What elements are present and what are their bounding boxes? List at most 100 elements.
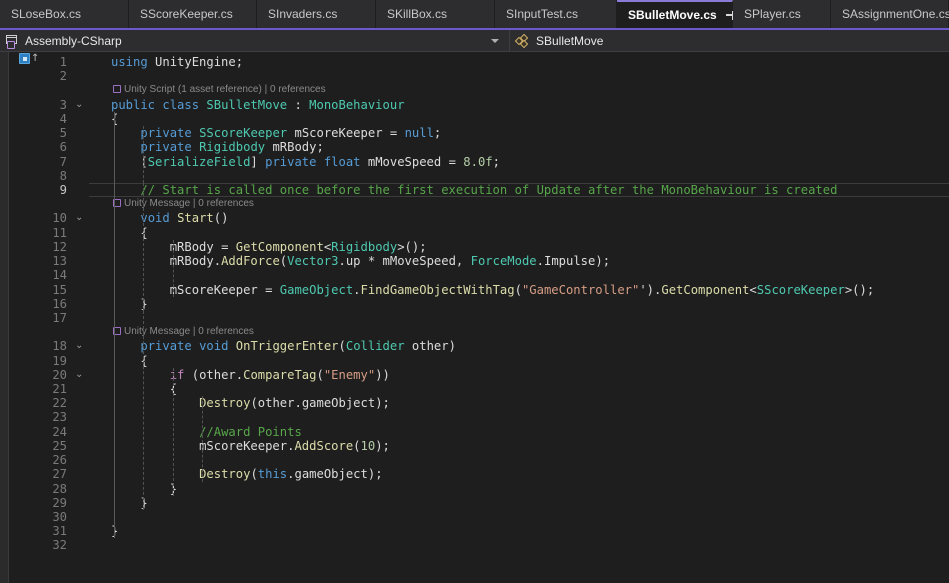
code-token: ( xyxy=(250,396,258,411)
code-token: >(); xyxy=(397,239,427,254)
code-line[interactable] xyxy=(89,311,949,325)
codelens-annotation[interactable]: Unity Message | 0 references xyxy=(89,197,949,211)
fold-toggle-icon[interactable]: ⌄ xyxy=(75,368,83,382)
project-name-label: Assembly-CSharp xyxy=(25,33,122,48)
glyph-margin[interactable]: ↑ xyxy=(9,52,39,583)
code-line[interactable]: // Start is called once before the first… xyxy=(89,183,949,197)
code-token: SScoreKeeper xyxy=(756,282,845,297)
code-line[interactable]: public class SBulletMove : MonoBehaviour xyxy=(89,98,949,112)
code-token: gameObject xyxy=(294,467,368,482)
editor-tab[interactable]: SInputTest.cs xyxy=(495,0,617,28)
editor-tab[interactable]: SInvaders.cs xyxy=(257,0,376,28)
codelens-annotation[interactable]: Unity Script (1 asset reference) | 0 ref… xyxy=(89,83,949,97)
code-token: Impulse xyxy=(544,254,596,269)
code-line[interactable] xyxy=(89,538,949,552)
code-token: 10 xyxy=(360,438,376,453)
code-token: Destroy xyxy=(199,467,251,482)
code-line[interactable]: Destroy(this.gameObject); xyxy=(89,467,949,481)
code-token: other xyxy=(404,339,449,354)
line-number: 19 xyxy=(52,353,67,368)
code-line[interactable]: private Rigidbody mRBody; xyxy=(89,140,949,154)
code-line[interactable] xyxy=(89,268,949,282)
line-number: 4 xyxy=(59,111,67,126)
line-number: 1 xyxy=(59,55,67,69)
code-line[interactable]: [SerializeField] private float mMoveSpee… xyxy=(89,155,949,169)
editor-tab-active[interactable]: SBulletMove.cs xyxy=(617,0,736,28)
code-token: AddForce xyxy=(221,254,280,269)
code-line[interactable]: mRBody = GetComponent<Rigidbody>(); xyxy=(89,240,949,254)
code-line[interactable]: } xyxy=(89,297,949,311)
code-line[interactable]: } xyxy=(89,482,949,496)
type-member-selector-dropdown[interactable]: SBulletMove xyxy=(510,30,949,51)
code-text-area[interactable]: using UnityEngine; Unity Script (1 asset… xyxy=(89,52,949,583)
code-token: ; xyxy=(235,55,244,69)
editor-tab[interactable]: SPlayer.cs xyxy=(733,0,831,28)
code-line[interactable]: using UnityEngine; xyxy=(89,55,949,69)
fold-margin[interactable]: ⌄ ⌄ ⌄ ⌄ xyxy=(71,52,89,583)
code-line[interactable]: void Start() xyxy=(89,211,949,225)
editor-tab[interactable]: SAssignmentOne.cs xyxy=(831,0,949,28)
editor-tab[interactable]: SScoreKeeper.cs xyxy=(129,0,257,28)
code-token: SerializeField xyxy=(147,154,251,169)
code-token: up xyxy=(345,254,361,269)
code-line[interactable] xyxy=(89,169,949,183)
code-line[interactable]: } xyxy=(89,524,949,538)
code-line[interactable]: { xyxy=(89,112,949,126)
code-line[interactable]: } xyxy=(89,496,949,510)
editor-tab-label: SInvaders.cs xyxy=(268,7,338,21)
code-line[interactable]: { xyxy=(89,354,949,368)
indent-guide xyxy=(143,182,145,311)
code-line[interactable]: private SScoreKeeper mScoreKeeper = null… xyxy=(89,126,949,140)
code-token: GetComponent xyxy=(661,282,750,297)
code-line[interactable]: mScoreKeeper.AddScore(10); xyxy=(89,439,949,453)
editor-tab[interactable]: SKillBox.cs xyxy=(376,0,495,28)
code-line[interactable] xyxy=(89,410,949,424)
code-line[interactable] xyxy=(89,453,949,467)
code-token: )) xyxy=(375,367,390,382)
project-selector-dropdown[interactable]: Assembly-CSharp xyxy=(0,30,510,51)
code-line[interactable]: Destroy(other.gameObject); xyxy=(89,396,949,410)
code-line[interactable]: private void OnTriggerEnter(Collider oth… xyxy=(89,339,949,353)
member-name-label: SBulletMove xyxy=(536,33,604,48)
code-token: ( xyxy=(514,282,522,297)
editor-tab[interactable]: SLoseBox.cs xyxy=(0,0,129,28)
code-token: private xyxy=(140,339,192,354)
code-line[interactable] xyxy=(89,69,949,83)
code-token: . xyxy=(213,254,222,269)
line-number: 10 xyxy=(52,211,67,226)
code-token: [ xyxy=(111,154,148,169)
unity-script-glyph-icon[interactable]: ↑ xyxy=(19,52,39,64)
line-number: 24 xyxy=(52,424,67,439)
code-line[interactable]: mRBody.AddForce(Vector3.up * mMoveSpeed,… xyxy=(89,254,949,268)
code-line[interactable]: { xyxy=(89,226,949,240)
fold-toggle-icon[interactable]: ⌄ xyxy=(75,339,83,353)
codelens-annotation[interactable]: Unity Message | 0 references xyxy=(89,325,949,339)
code-line[interactable]: mScoreKeeper = GameObject.FindGameObject… xyxy=(89,283,949,297)
code-editor[interactable]: ↑ 1 2 3 4 5 6 7 8 9 10 11 12 13 14 15 16 17 18 19 20 21 22 23 2… xyxy=(0,52,949,583)
code-line[interactable]: if (other.CompareTag("Enemy")) xyxy=(89,368,949,382)
line-number: 29 xyxy=(52,495,67,510)
line-number-blank xyxy=(37,83,67,97)
fold-toggle-icon[interactable]: ⌄ xyxy=(75,211,83,225)
editor-edge-bar xyxy=(0,52,9,583)
code-line[interactable]: { xyxy=(89,382,949,396)
code-line[interactable]: //Award Points xyxy=(89,425,949,439)
code-token: float xyxy=(323,154,361,169)
line-number: 32 xyxy=(52,538,67,553)
editor-tab-strip: SLoseBox.cs SScoreKeeper.cs SInvaders.cs SK… xyxy=(0,0,949,30)
code-token: ( xyxy=(316,367,324,382)
class-icon xyxy=(514,33,530,48)
code-token: ] xyxy=(250,154,266,169)
code-token: "GameController" xyxy=(521,282,640,297)
code-line[interactable] xyxy=(89,510,949,524)
fold-toggle-icon[interactable]: ⌄ xyxy=(75,98,83,112)
code-token: void xyxy=(199,339,229,354)
